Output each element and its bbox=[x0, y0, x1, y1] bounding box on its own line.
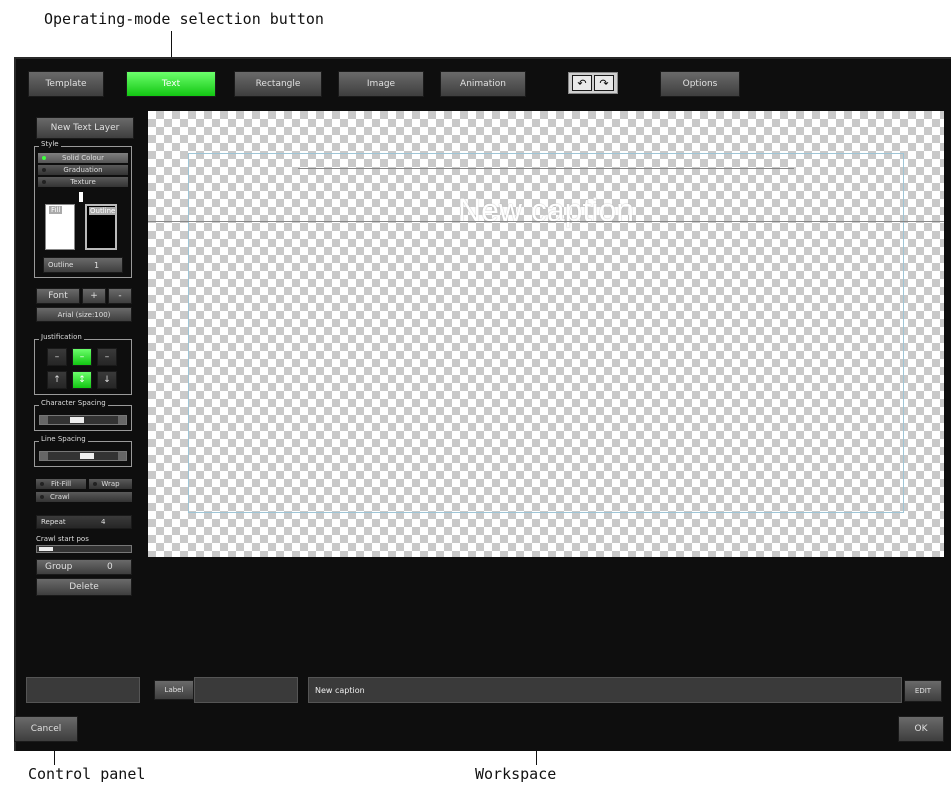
font-plus-button[interactable]: + bbox=[82, 288, 106, 304]
crawl-start-slider[interactable] bbox=[36, 545, 132, 553]
animation-mode-button[interactable]: Animation bbox=[440, 71, 526, 97]
text-mode-button[interactable]: Text bbox=[126, 71, 216, 97]
style-graduation-label: Graduation bbox=[63, 166, 103, 174]
font-button[interactable]: Font bbox=[36, 288, 80, 304]
control-panel-callout: Control panel bbox=[28, 765, 146, 783]
justify-left-button[interactable]: – bbox=[47, 348, 67, 366]
justification-group-label: Justification bbox=[39, 333, 84, 341]
new-text-layer-button[interactable]: New Text Layer bbox=[36, 117, 134, 139]
justify-bottom-button[interactable]: ↓ bbox=[97, 371, 117, 389]
wrap-checkbox[interactable]: Wrap bbox=[89, 479, 132, 489]
repeat-field[interactable]: Repeat 4 bbox=[36, 515, 132, 529]
caption-editor-window: Template Text Rectangle Image Animation … bbox=[14, 57, 951, 751]
undo-icon: ↶ bbox=[577, 76, 587, 90]
line-spacing-label: Line Spacing bbox=[39, 435, 88, 443]
crawl-label: Crawl bbox=[50, 493, 70, 501]
fit-fill-checkbox[interactable]: Fit-Fill bbox=[36, 479, 86, 489]
slider-knob[interactable] bbox=[80, 453, 94, 459]
slider-knob[interactable] bbox=[39, 547, 53, 551]
colour-pointer bbox=[79, 192, 83, 202]
undo-redo-group: ↶ ↷ bbox=[568, 72, 618, 94]
group-label: Group bbox=[45, 562, 73, 572]
justify-top-button[interactable]: ↑ bbox=[47, 371, 67, 389]
justify-center-button[interactable]: – bbox=[72, 348, 92, 366]
layer-name-field[interactable] bbox=[26, 677, 140, 703]
group-field[interactable]: Group 0 bbox=[36, 559, 132, 575]
style-texture-label: Texture bbox=[70, 178, 96, 186]
rectangle-mode-button[interactable]: Rectangle bbox=[234, 71, 322, 97]
character-spacing-label: Character Spacing bbox=[39, 399, 108, 407]
wrap-label: Wrap bbox=[101, 480, 120, 488]
image-mode-button[interactable]: Image bbox=[338, 71, 424, 97]
fill-swatch-label: Fill bbox=[49, 206, 63, 214]
slider-left-end bbox=[40, 452, 48, 460]
mode-button-callout: Operating-mode selection button bbox=[44, 10, 324, 28]
repeat-label: Repeat bbox=[41, 518, 66, 526]
line-spacing-group: Line Spacing bbox=[34, 435, 132, 467]
font-minus-button[interactable]: - bbox=[108, 288, 132, 304]
character-spacing-group: Character Spacing bbox=[34, 399, 132, 431]
fit-fill-label: Fit-Fill bbox=[50, 480, 72, 488]
redo-icon: ↷ bbox=[599, 76, 609, 90]
options-button[interactable]: Options bbox=[660, 71, 740, 97]
ok-button[interactable]: OK bbox=[898, 716, 944, 742]
slider-right-end bbox=[118, 452, 126, 460]
style-solid-colour[interactable]: Solid Colour bbox=[38, 153, 128, 163]
justification-group: Justification – – – ↑ ↕ ↓ bbox=[34, 333, 132, 395]
redo-button[interactable]: ↷ bbox=[594, 75, 614, 91]
fill-swatch[interactable]: Fill bbox=[45, 204, 75, 250]
crawl-checkbox[interactable]: Crawl bbox=[36, 492, 132, 502]
template-mode-button[interactable]: Template bbox=[28, 71, 104, 97]
group-value: 0 bbox=[107, 562, 113, 572]
caption-text-field[interactable]: New caption bbox=[308, 677, 902, 703]
label-field[interactable] bbox=[194, 677, 298, 703]
crawl-start-label: Crawl start pos bbox=[36, 535, 89, 543]
style-graduation[interactable]: Graduation bbox=[38, 165, 128, 175]
style-texture[interactable]: Texture bbox=[38, 177, 128, 187]
safe-area-guide-line bbox=[148, 221, 944, 222]
caption-text[interactable]: New caption bbox=[189, 192, 903, 229]
line-spacing-slider[interactable] bbox=[39, 451, 127, 461]
cancel-button[interactable]: Cancel bbox=[14, 716, 78, 742]
slider-knob[interactable] bbox=[70, 417, 84, 423]
outline-swatch[interactable]: Outline bbox=[85, 204, 117, 250]
justify-middle-button[interactable]: ↕ bbox=[72, 371, 92, 389]
outline-value: 1 bbox=[94, 260, 100, 270]
caption-bounding-box[interactable]: New caption bbox=[188, 153, 904, 513]
outline-width-field[interactable]: Outline 1 bbox=[43, 257, 123, 273]
slider-left-end bbox=[40, 416, 48, 424]
character-spacing-slider[interactable] bbox=[39, 415, 127, 425]
workspace-canvas[interactable]: New caption bbox=[148, 111, 944, 557]
style-group-label: Style bbox=[39, 140, 61, 148]
edit-button[interactable]: EDIT bbox=[904, 680, 942, 702]
style-group: Style Solid Colour Graduation Texture Fi… bbox=[34, 140, 132, 278]
outline-spin-label: Outline bbox=[48, 261, 74, 269]
label-button[interactable]: Label bbox=[154, 680, 194, 700]
undo-button[interactable]: ↶ bbox=[572, 75, 592, 91]
justify-right-button[interactable]: – bbox=[97, 348, 117, 366]
workspace-callout: Workspace bbox=[475, 765, 557, 783]
delete-button[interactable]: Delete bbox=[36, 578, 132, 596]
slider-right-end bbox=[118, 416, 126, 424]
repeat-value: 4 bbox=[101, 518, 106, 526]
style-solid-colour-label: Solid Colour bbox=[62, 154, 104, 162]
font-name-field[interactable]: Arial (size:100) bbox=[36, 307, 132, 322]
control-panel: New Text Layer Style Solid Colour Gradua… bbox=[16, 103, 146, 633]
outline-swatch-label: Outline bbox=[89, 207, 117, 215]
